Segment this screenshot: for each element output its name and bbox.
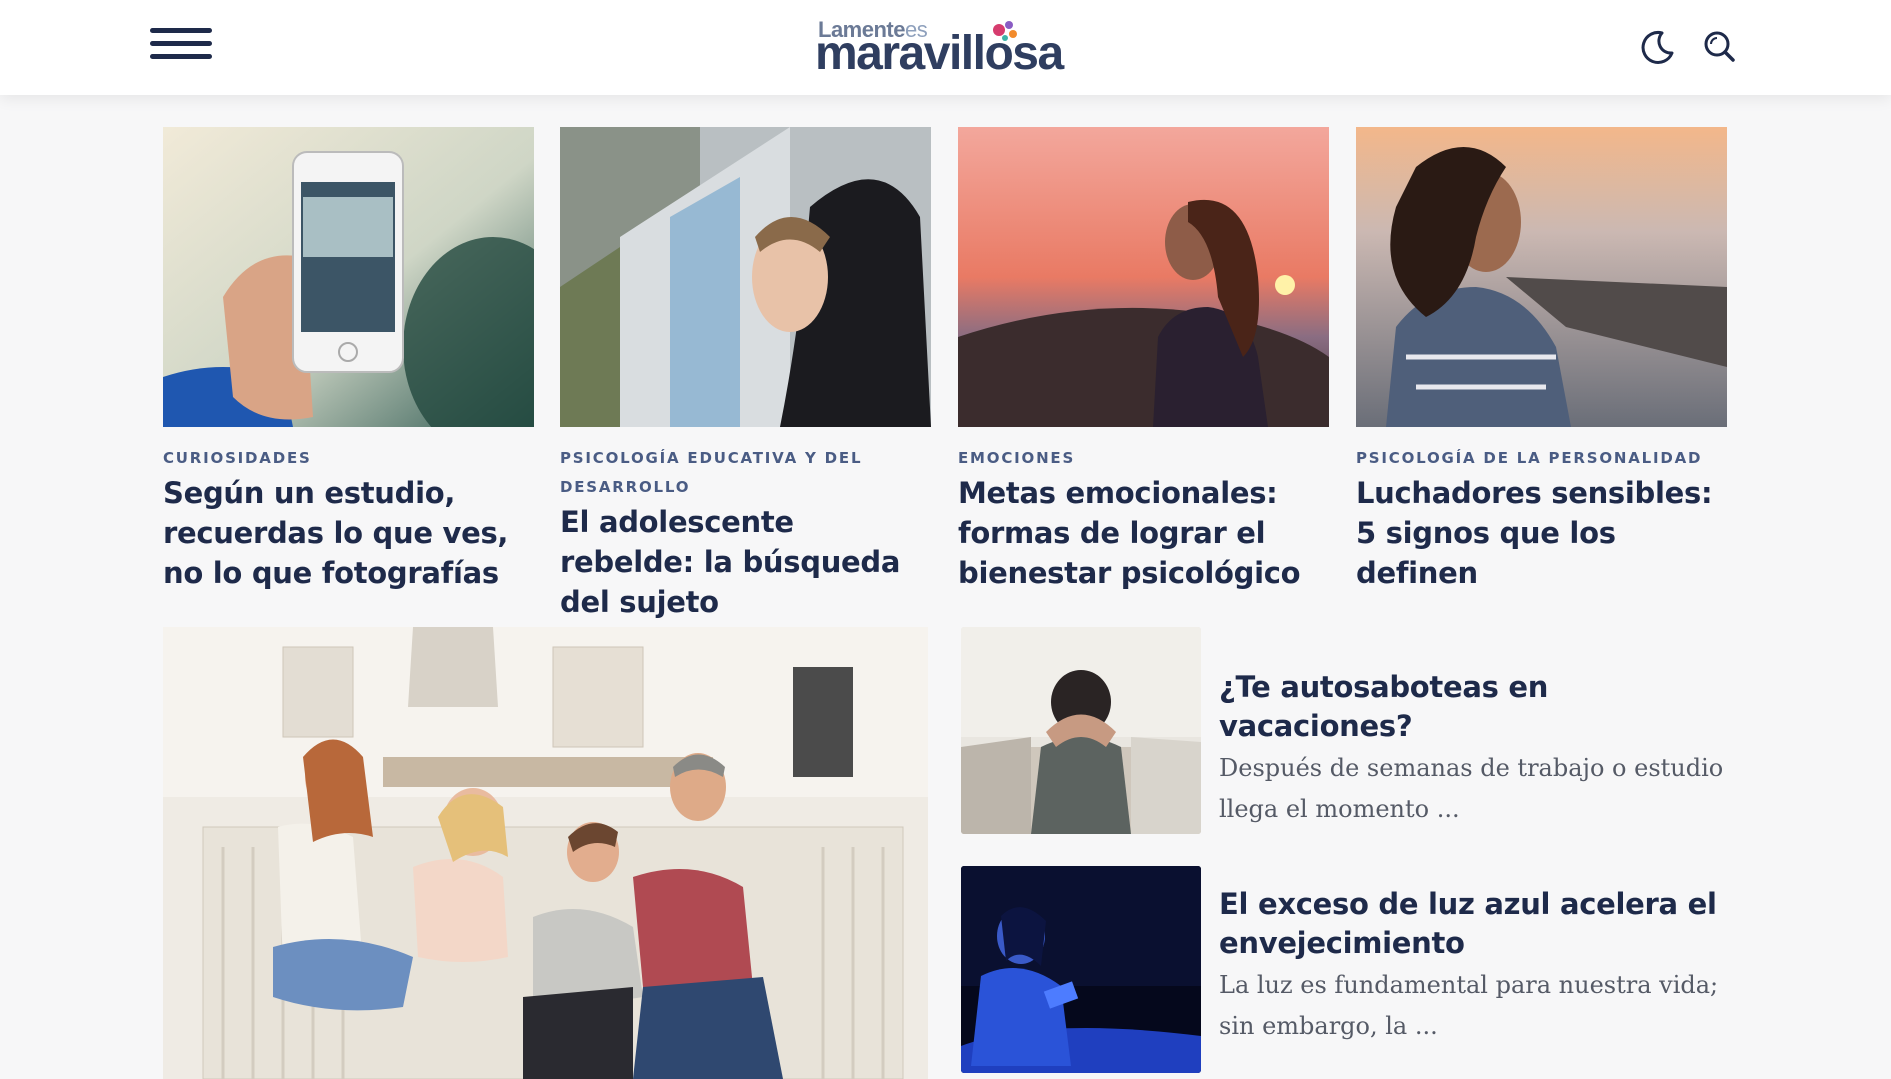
article-thumbnail bbox=[961, 627, 1201, 834]
article-text: El exceso de luz azul acelera el envejec… bbox=[1219, 866, 1739, 1047]
menu-icon[interactable] bbox=[150, 28, 212, 66]
article-list-item[interactable]: El exceso de luz azul acelera el envejec… bbox=[961, 866, 1741, 1073]
featured-article-image[interactable] bbox=[163, 627, 928, 1079]
logo-bubbles-icon bbox=[993, 21, 1017, 41]
article-title[interactable]: Metas emocionales: formas de lograr el b… bbox=[958, 473, 1329, 593]
logo-wordmark: maravillosa bbox=[815, 27, 1064, 80]
article-image bbox=[560, 127, 931, 427]
article-category[interactable]: Emociones bbox=[958, 444, 1329, 473]
site-logo[interactable]: Lamentees maravillosa bbox=[815, 12, 1075, 84]
article-title[interactable]: El adolescente rebelde: la búsqueda del … bbox=[560, 502, 931, 622]
article-excerpt: La luz es fundamental para nuestra vida;… bbox=[1219, 971, 1719, 1040]
article-card[interactable]: Psicología educativa y del desarrollo El… bbox=[560, 127, 931, 622]
article-image bbox=[958, 127, 1329, 427]
article-card[interactable]: Psicología de la personalidad Luchadores… bbox=[1356, 127, 1727, 593]
article-text: ¿Te autosaboteas en vacaciones? Después … bbox=[1219, 627, 1739, 830]
dark-mode-icon[interactable] bbox=[1636, 26, 1678, 68]
article-title[interactable]: Según un estudio, recuerdas lo que ves, … bbox=[163, 473, 534, 593]
article-title[interactable]: Luchadores sensibles: 5 signos que los d… bbox=[1356, 473, 1727, 593]
site-header: Lamentees maravillosa bbox=[0, 0, 1891, 95]
article-image bbox=[1356, 127, 1727, 427]
article-list-item[interactable]: ¿Te autosaboteas en vacaciones? Después … bbox=[961, 627, 1741, 834]
article-card[interactable]: Curiosidades Según un estudio, recuerdas… bbox=[163, 127, 534, 593]
article-category[interactable]: Psicología de la personalidad bbox=[1356, 444, 1727, 473]
article-thumbnail bbox=[961, 866, 1201, 1073]
article-excerpt: Después de semanas de trabajo o estudio … bbox=[1219, 754, 1724, 823]
article-category[interactable]: Psicología educativa y del desarrollo bbox=[560, 444, 931, 502]
article-category[interactable]: Curiosidades bbox=[163, 444, 534, 473]
article-image bbox=[163, 127, 534, 427]
article-card[interactable]: Emociones Metas emocionales: formas de l… bbox=[958, 127, 1329, 593]
article-title[interactable]: El exceso de luz azul acelera el envejec… bbox=[1219, 885, 1739, 963]
article-title[interactable]: ¿Te autosaboteas en vacaciones? bbox=[1219, 668, 1739, 746]
search-icon[interactable] bbox=[1698, 26, 1740, 68]
